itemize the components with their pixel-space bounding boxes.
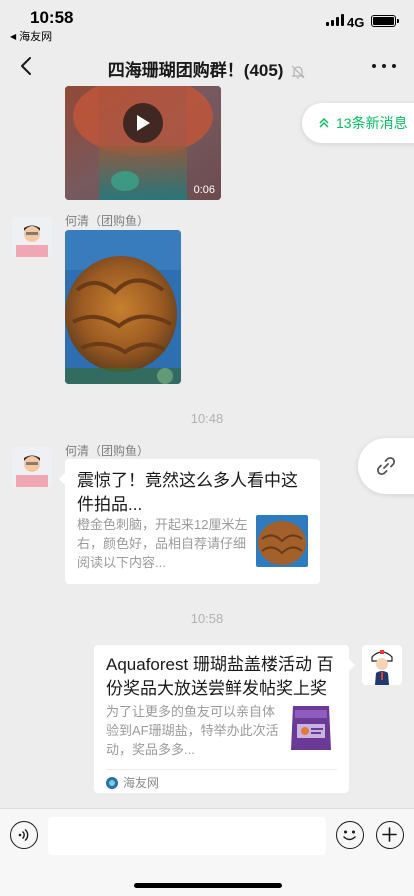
more-options-button[interactable] (372, 56, 396, 76)
link-card-description: 橙金色刺脑，开起来12厘米左右，颜色好，品相自荐请仔细阅读以下内容... (77, 517, 248, 570)
signal-icon (326, 14, 344, 26)
message-input[interactable] (48, 817, 326, 855)
avatar[interactable] (12, 447, 52, 487)
back-to-app-link[interactable]: ◀ 海友网 (10, 28, 52, 44)
avatar[interactable] (12, 217, 52, 257)
message-timestamp: 10:48 (190, 411, 224, 426)
battery-icon (371, 15, 399, 27)
play-icon (137, 115, 150, 131)
link-card-message[interactable]: Aquaforest 珊瑚盐盖楼活动 百份奖品大放送尝鲜发帖奖上奖 为了让更多的… (94, 645, 355, 793)
more-functions-button[interactable] (376, 821, 404, 849)
person-avatar-icon (12, 217, 52, 257)
chat-title-text: 四海珊瑚团购群！(405) (107, 61, 284, 80)
link-card-title: 震惊了！竟然这么多人看中这件拍品... (77, 471, 298, 514)
plus-icon (382, 827, 397, 842)
coral-thumbnail (256, 515, 308, 567)
link-card-description: 为了让更多的鱼友可以亲自体验到AF珊瑚盐，特举办此次活动，奖品多多... (106, 704, 279, 757)
double-chevron-up-icon (319, 117, 329, 128)
link-icon (376, 456, 396, 476)
link-card-source: 海友网 (106, 774, 159, 791)
video-duration: 0:06 (193, 184, 215, 196)
link-card-thumbnail (285, 700, 337, 754)
new-messages-label: 13条新消息 (336, 115, 408, 131)
smiley-icon (343, 830, 356, 841)
coral-photo (65, 230, 181, 384)
emoji-button[interactable] (336, 821, 364, 849)
own-avatar[interactable] (362, 645, 402, 685)
floating-link-button[interactable] (358, 438, 414, 494)
back-triangle-icon: ◀ (10, 31, 17, 41)
image-message[interactable] (65, 230, 181, 384)
video-message[interactable]: 0:06 (65, 86, 221, 200)
more-dot-icon (382, 64, 386, 68)
back-app-label: 海友网 (19, 31, 53, 43)
person-avatar-icon (12, 447, 52, 487)
sender-name: 何清（团购鱼） (65, 444, 150, 458)
network-type: 4G (347, 15, 365, 30)
status-bar: 10:58 ◀ 海友网 4G (0, 0, 414, 44)
chat-title: 四海珊瑚团购群！(405) (0, 56, 414, 81)
home-indicator (134, 883, 282, 888)
nav-bar: 四海珊瑚团购群！(405) (0, 44, 414, 90)
sender-name: 何清（团购鱼） (65, 214, 150, 228)
salt-bag-thumbnail (285, 700, 337, 754)
cartoon-avatar-icon (362, 645, 402, 685)
source-app-icon (106, 776, 118, 789)
voice-wave-icon (18, 828, 29, 842)
voice-input-button[interactable] (10, 821, 38, 849)
status-time: 10:58 (30, 8, 74, 27)
new-messages-pill[interactable]: 13条新消息 (302, 103, 414, 143)
more-dot-icon (392, 64, 396, 68)
more-dot-icon (372, 64, 376, 68)
play-button[interactable] (123, 103, 163, 143)
message-timestamp: 10:58 (190, 611, 224, 626)
source-app-name: 海友网 (123, 776, 160, 790)
mute-bell-icon (291, 65, 305, 79)
link-card-message[interactable]: 震惊了！竟然这么多人看中这件拍品... 橙金色刺脑，开起来12厘米左右，颜色好，… (59, 459, 320, 584)
link-card-thumbnail (256, 515, 308, 567)
link-card-title: Aquaforest 珊瑚盐盖楼活动 百份奖品大放送尝鲜发帖奖上奖 (106, 655, 334, 698)
link-card-divider (106, 769, 337, 770)
